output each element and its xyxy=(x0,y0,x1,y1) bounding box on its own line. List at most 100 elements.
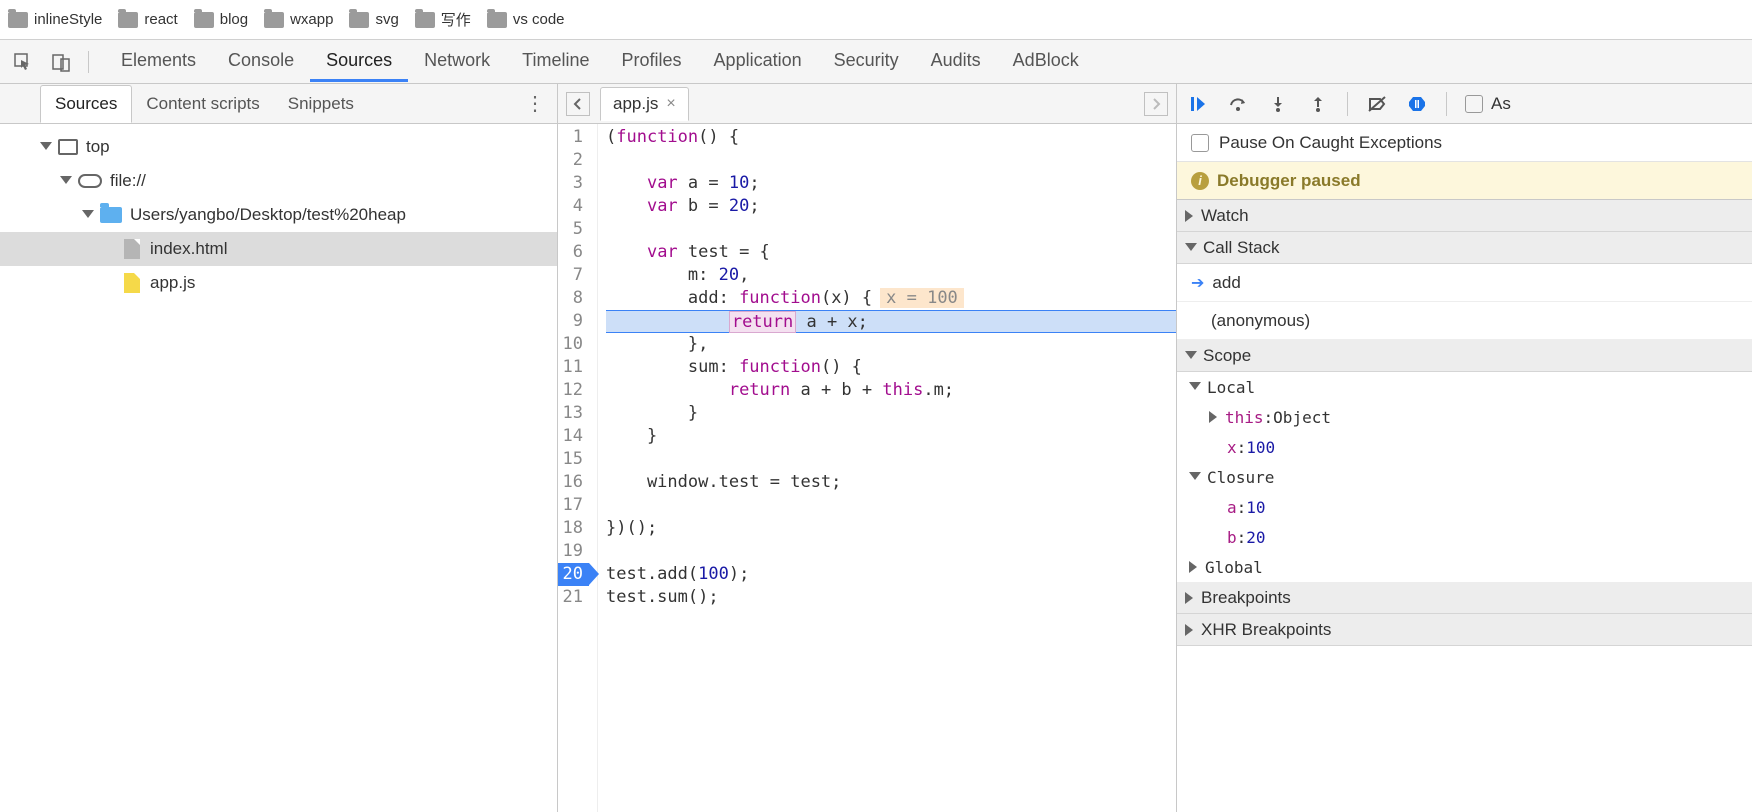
step-over-icon[interactable] xyxy=(1227,93,1249,115)
tab-console[interactable]: Console xyxy=(212,42,310,82)
gutter-line[interactable]: 1 xyxy=(558,126,589,149)
gutter-line[interactable]: 21 xyxy=(558,586,589,609)
tree-folder[interactable]: Users/yangbo/Desktop/test%20heap xyxy=(0,198,557,232)
scope-var[interactable]: x: 100 xyxy=(1177,432,1752,462)
tab-content-scripts[interactable]: Content scripts xyxy=(132,86,273,122)
gutter-line[interactable]: 19 xyxy=(558,540,589,563)
tree-file-appjs[interactable]: app.js xyxy=(0,266,557,300)
code-lines[interactable]: (function() { var a = 10; var b = 20; va… xyxy=(598,124,1176,812)
gutter[interactable]: 123456789101112131415161718192021 xyxy=(558,124,598,812)
pause-exceptions-row[interactable]: Pause On Caught Exceptions xyxy=(1177,124,1752,162)
inspect-icon[interactable] xyxy=(12,51,34,73)
tab-network[interactable]: Network xyxy=(408,42,506,82)
bookmark-item[interactable]: svg xyxy=(349,11,398,28)
code-line[interactable] xyxy=(606,540,1176,563)
close-icon[interactable]: × xyxy=(666,95,675,113)
code-line[interactable]: } xyxy=(606,402,1176,425)
tab-audits[interactable]: Audits xyxy=(915,42,997,82)
tab-elements[interactable]: Elements xyxy=(105,42,212,82)
stack-frame[interactable]: (anonymous) xyxy=(1177,302,1752,340)
code-line[interactable]: return a + x; xyxy=(606,310,1176,333)
tab-application[interactable]: Application xyxy=(698,42,818,82)
pause-exceptions-icon[interactable] xyxy=(1406,93,1428,115)
scope-var[interactable]: a: 10 xyxy=(1177,492,1752,522)
gutter-line[interactable]: 13 xyxy=(558,402,589,425)
tree-file-index[interactable]: index.html xyxy=(0,232,557,266)
gutter-line[interactable]: 8 xyxy=(558,287,589,310)
gutter-line[interactable]: 9 xyxy=(558,310,589,333)
section-callstack[interactable]: Call Stack xyxy=(1177,232,1752,264)
code-line[interactable] xyxy=(606,149,1176,172)
deactivate-breakpoints-icon[interactable] xyxy=(1366,93,1388,115)
gutter-line[interactable]: 17 xyxy=(558,494,589,517)
tab-adblock[interactable]: AdBlock xyxy=(997,42,1095,82)
gutter-line[interactable]: 16 xyxy=(558,471,589,494)
tree-origin[interactable]: file:// xyxy=(0,164,557,198)
bookmark-item[interactable]: blog xyxy=(194,11,248,28)
bookmark-item[interactable]: 写作 xyxy=(415,9,471,30)
more-icon[interactable]: ⋮ xyxy=(525,91,545,116)
resume-icon[interactable] xyxy=(1187,93,1209,115)
code-line[interactable]: } xyxy=(606,425,1176,448)
bookmark-item[interactable]: react xyxy=(118,11,177,28)
code-line[interactable]: var a = 10; xyxy=(606,172,1176,195)
code-line[interactable]: var b = 20; xyxy=(606,195,1176,218)
gutter-line[interactable]: 6 xyxy=(558,241,589,264)
tab-sources[interactable]: Sources xyxy=(40,85,132,123)
code-line[interactable]: (function() { xyxy=(606,126,1176,149)
code-line[interactable] xyxy=(606,448,1176,471)
gutter-line[interactable]: 2 xyxy=(558,149,589,172)
gutter-line[interactable]: 15 xyxy=(558,448,589,471)
bookmark-item[interactable]: vs code xyxy=(487,11,565,28)
code-editor[interactable]: 123456789101112131415161718192021 (funct… xyxy=(558,124,1176,812)
code-line[interactable]: return a + b + this.m; xyxy=(606,379,1176,402)
scope-closure[interactable]: Closure xyxy=(1177,462,1752,492)
editor-tab-appjs[interactable]: app.js × xyxy=(600,87,689,121)
code-line[interactable]: }, xyxy=(606,333,1176,356)
gutter-line[interactable]: 3 xyxy=(558,172,589,195)
section-breakpoints[interactable]: Breakpoints xyxy=(1177,582,1752,614)
gutter-line[interactable]: 14 xyxy=(558,425,589,448)
gutter-line[interactable]: 11 xyxy=(558,356,589,379)
step-into-icon[interactable] xyxy=(1267,93,1289,115)
step-out-icon[interactable] xyxy=(1307,93,1329,115)
tree-top-frame[interactable]: top xyxy=(0,130,557,164)
device-icon[interactable] xyxy=(50,51,72,73)
scope-var[interactable]: this: Object xyxy=(1177,402,1752,432)
scope-var[interactable]: b: 20 xyxy=(1177,522,1752,552)
gutter-line[interactable]: 20 xyxy=(558,563,589,586)
code-line[interactable]: add: function(x) {x = 100 xyxy=(606,287,1176,310)
scope-global[interactable]: Global xyxy=(1177,552,1752,582)
tab-sources[interactable]: Sources xyxy=(310,42,408,82)
gutter-line[interactable]: 5 xyxy=(558,218,589,241)
code-line[interactable] xyxy=(606,218,1176,241)
code-line[interactable]: test.add(100); xyxy=(606,563,1176,586)
scope-local[interactable]: Local xyxy=(1177,372,1752,402)
async-checkbox[interactable] xyxy=(1465,95,1483,113)
pause-exceptions-checkbox[interactable] xyxy=(1191,134,1209,152)
gutter-line[interactable]: 12 xyxy=(558,379,589,402)
code-line[interactable]: test.sum(); xyxy=(606,586,1176,609)
code-line[interactable]: window.test = test; xyxy=(606,471,1176,494)
code-line[interactable] xyxy=(606,494,1176,517)
tab-profiles[interactable]: Profiles xyxy=(606,42,698,82)
code-line[interactable]: })(); xyxy=(606,517,1176,540)
tab-timeline[interactable]: Timeline xyxy=(506,42,605,82)
bookmark-item[interactable]: wxapp xyxy=(264,11,333,28)
section-watch[interactable]: Watch xyxy=(1177,200,1752,232)
nav-forward-icon[interactable] xyxy=(1144,92,1168,116)
gutter-line[interactable]: 4 xyxy=(558,195,589,218)
gutter-line[interactable]: 18 xyxy=(558,517,589,540)
code-line[interactable]: sum: function() { xyxy=(606,356,1176,379)
bookmark-item[interactable]: inlineStyle xyxy=(8,11,102,28)
tab-snippets[interactable]: Snippets xyxy=(274,86,368,122)
code-line[interactable]: m: 20, xyxy=(606,264,1176,287)
nav-back-icon[interactable] xyxy=(566,92,590,116)
stack-frame[interactable]: ➔ add xyxy=(1177,264,1752,302)
gutter-line[interactable]: 10 xyxy=(558,333,589,356)
section-scope[interactable]: Scope xyxy=(1177,340,1752,372)
gutter-line[interactable]: 7 xyxy=(558,264,589,287)
tab-security[interactable]: Security xyxy=(818,42,915,82)
code-line[interactable]: var test = { xyxy=(606,241,1176,264)
section-xhr-breakpoints[interactable]: XHR Breakpoints xyxy=(1177,614,1752,646)
